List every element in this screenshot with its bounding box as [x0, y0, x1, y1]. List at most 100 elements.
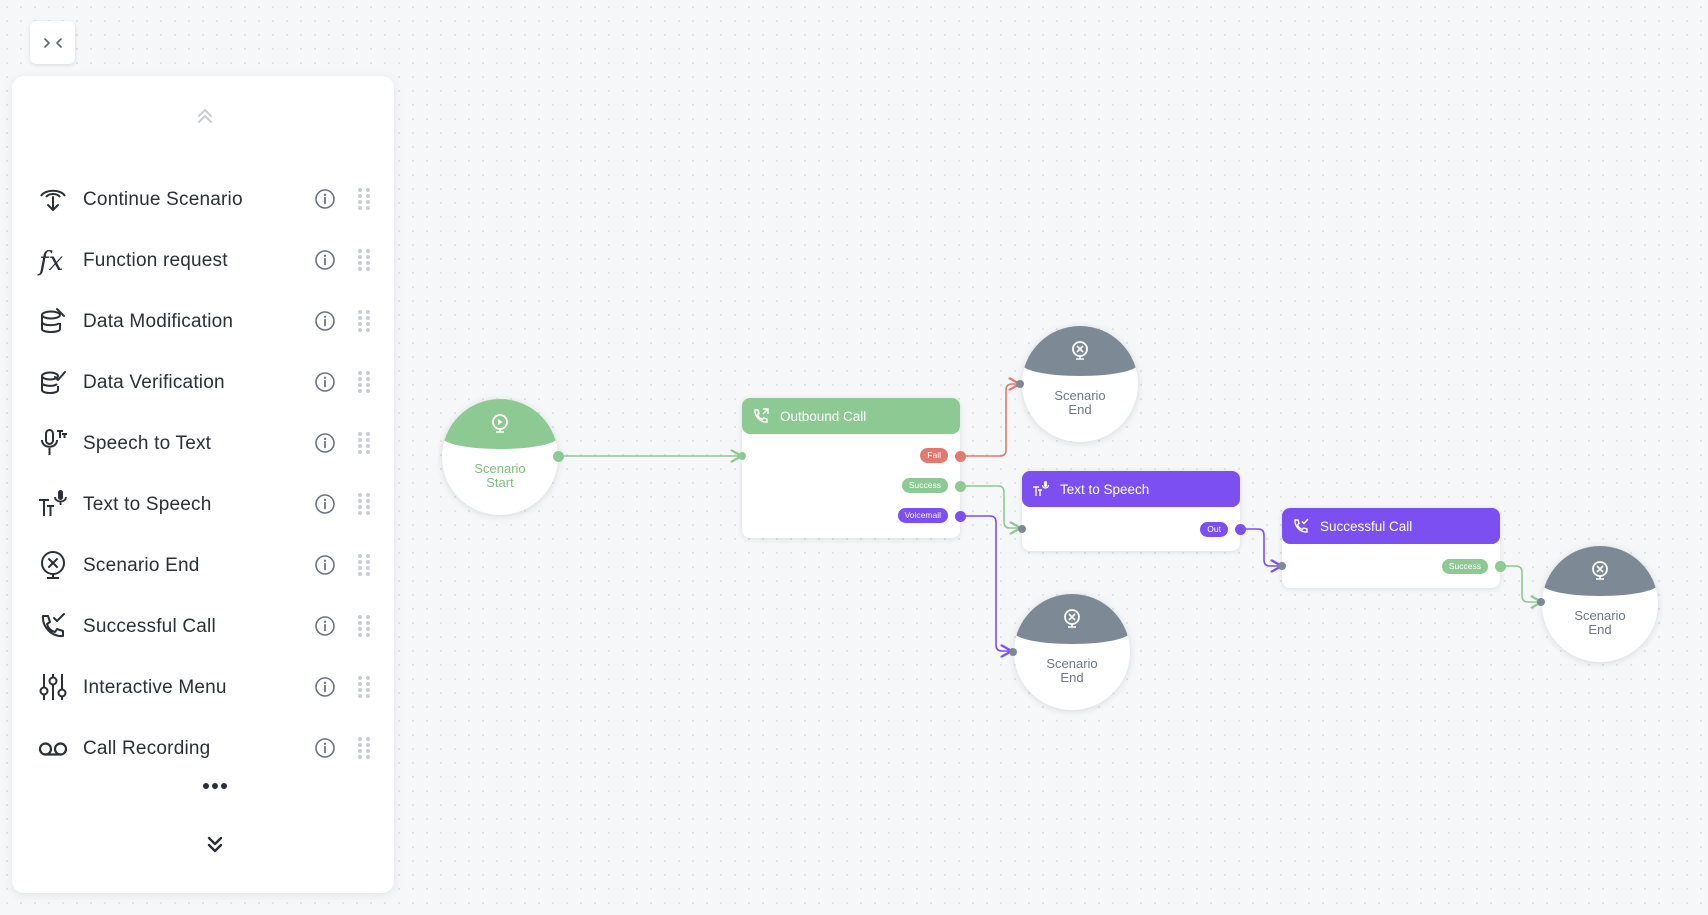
node-successful-call[interactable]: Successful Call Success	[1282, 508, 1500, 588]
interactive-menu-icon	[36, 667, 70, 707]
info-icon[interactable]	[314, 493, 336, 515]
text-to-speech-icon	[36, 484, 70, 524]
drag-handle-icon[interactable]	[357, 309, 371, 333]
call-recording-icon	[36, 728, 70, 768]
node-label: Scenario End	[1574, 608, 1626, 637]
node-outbound-call[interactable]: Outbound Call Fail Success Voicemail	[742, 398, 960, 538]
node-header: Successful Call	[1282, 508, 1500, 544]
palette-item-data-modification[interactable]: Data Modification	[12, 301, 394, 362]
node-scenario-end-fail[interactable]: Scenario End	[1022, 326, 1138, 442]
node-header	[1542, 546, 1658, 596]
edge-voicemail-to-end	[960, 515, 1010, 651]
node-label: Scenario Start	[474, 461, 526, 490]
info-icon[interactable]	[314, 371, 336, 393]
out-output-port[interactable]	[1235, 524, 1246, 535]
palette-item-label: Successful Call	[83, 616, 216, 637]
palette-item-label: Speech to Text	[83, 433, 212, 454]
scenario-end-icon	[1592, 561, 1608, 580]
input-port[interactable]	[1018, 525, 1026, 533]
blocks-palette: Continue Scenario fx Function request Da…	[12, 76, 394, 893]
node-scenario-start[interactable]: Scenario Start	[442, 399, 558, 515]
voicemail-output-port[interactable]	[955, 511, 966, 522]
palette-item-label: Interactive Menu	[83, 677, 227, 698]
drag-handle-icon[interactable]	[357, 431, 371, 455]
text-to-speech-icon	[1032, 479, 1052, 499]
info-icon[interactable]	[314, 310, 336, 332]
palette-item-interactive-menu[interactable]: Interactive Menu	[12, 667, 394, 728]
info-icon[interactable]	[314, 676, 336, 698]
node-title: Successful Call	[1320, 518, 1413, 534]
info-icon[interactable]	[314, 737, 336, 759]
palette-item-scenario-end[interactable]: Scenario End	[12, 545, 394, 606]
node-title: Outbound Call	[780, 408, 867, 424]
palette-item-function-request[interactable]: fx Function request	[12, 240, 394, 301]
collapse-icon	[43, 37, 62, 48]
drag-handle-icon[interactable]	[357, 736, 371, 760]
input-port[interactable]	[1278, 562, 1286, 570]
info-icon[interactable]	[314, 249, 336, 271]
success-badge: Success	[901, 478, 948, 493]
output-port[interactable]	[553, 451, 564, 462]
scroll-up-button[interactable]	[192, 104, 218, 126]
function-icon: fx	[36, 240, 70, 280]
palette-item-data-verification[interactable]: Data Verification	[12, 362, 394, 423]
outbound-call-icon	[752, 406, 772, 426]
palette-item-label: Data Verification	[83, 372, 225, 393]
drag-handle-icon[interactable]	[357, 614, 371, 638]
drag-handle-icon[interactable]	[357, 370, 371, 394]
info-icon[interactable]	[314, 188, 336, 210]
fail-output-port[interactable]	[955, 451, 966, 462]
node-title: Text to Speech	[1060, 481, 1150, 497]
palette-item-label: Continue Scenario	[83, 189, 243, 210]
more-blocks-button[interactable]	[195, 776, 235, 796]
edge-fail-to-end	[960, 384, 1018, 457]
success-output-port[interactable]	[1495, 561, 1506, 572]
play-icon	[492, 414, 508, 433]
input-port[interactable]	[1016, 380, 1024, 388]
collapse-panel-button[interactable]	[30, 21, 75, 64]
palette-item-label: Function request	[83, 250, 228, 271]
palette-item-speech-to-text[interactable]: Speech to Text	[12, 423, 394, 484]
drag-handle-icon[interactable]	[357, 248, 371, 272]
chevron-double-down-icon	[207, 836, 223, 853]
continue-scenario-icon	[36, 179, 70, 219]
node-header	[442, 399, 558, 449]
palette-item-label: Text to Speech	[83, 494, 212, 515]
edge-success-to-tts	[960, 485, 1019, 528]
data-verification-icon	[36, 362, 70, 402]
data-modification-icon	[36, 301, 70, 341]
palette-item-label: Scenario End	[83, 555, 200, 576]
success-badge: Success	[1441, 559, 1488, 574]
input-port[interactable]	[1009, 648, 1017, 656]
palette-item-text-to-speech[interactable]: Text to Speech	[12, 484, 394, 545]
ellipsis-icon	[203, 783, 227, 789]
scenario-end-icon	[36, 545, 70, 585]
node-label: Scenario End	[1046, 656, 1098, 685]
drag-handle-icon[interactable]	[357, 675, 371, 699]
svg-text:fx: fx	[37, 247, 64, 276]
node-label: Scenario End	[1054, 388, 1106, 417]
palette-item-label: Data Modification	[83, 311, 234, 332]
drag-handle-icon[interactable]	[357, 492, 371, 516]
successful-call-icon	[36, 606, 70, 646]
info-icon[interactable]	[314, 432, 336, 454]
input-port[interactable]	[738, 452, 746, 460]
node-header	[1014, 594, 1130, 644]
node-header	[1022, 326, 1138, 376]
scenario-end-icon	[1072, 341, 1088, 360]
palette-item-continue-scenario[interactable]: Continue Scenario	[12, 179, 394, 240]
info-icon[interactable]	[314, 615, 336, 637]
node-text-to-speech[interactable]: Text to Speech Out	[1022, 471, 1240, 551]
node-scenario-end-voicemail[interactable]: Scenario End	[1014, 594, 1130, 710]
palette-item-successful-call[interactable]: Successful Call	[12, 606, 394, 667]
drag-handle-icon[interactable]	[357, 187, 371, 211]
info-icon[interactable]	[314, 554, 336, 576]
speech-to-text-icon	[36, 423, 70, 463]
scenario-end-icon	[1064, 609, 1080, 628]
input-port[interactable]	[1537, 598, 1545, 606]
success-output-port[interactable]	[955, 481, 966, 492]
scroll-down-button[interactable]	[200, 832, 230, 858]
drag-handle-icon[interactable]	[357, 553, 371, 577]
node-scenario-end-success[interactable]: Scenario End	[1542, 546, 1658, 662]
node-header: Outbound Call	[742, 398, 960, 434]
